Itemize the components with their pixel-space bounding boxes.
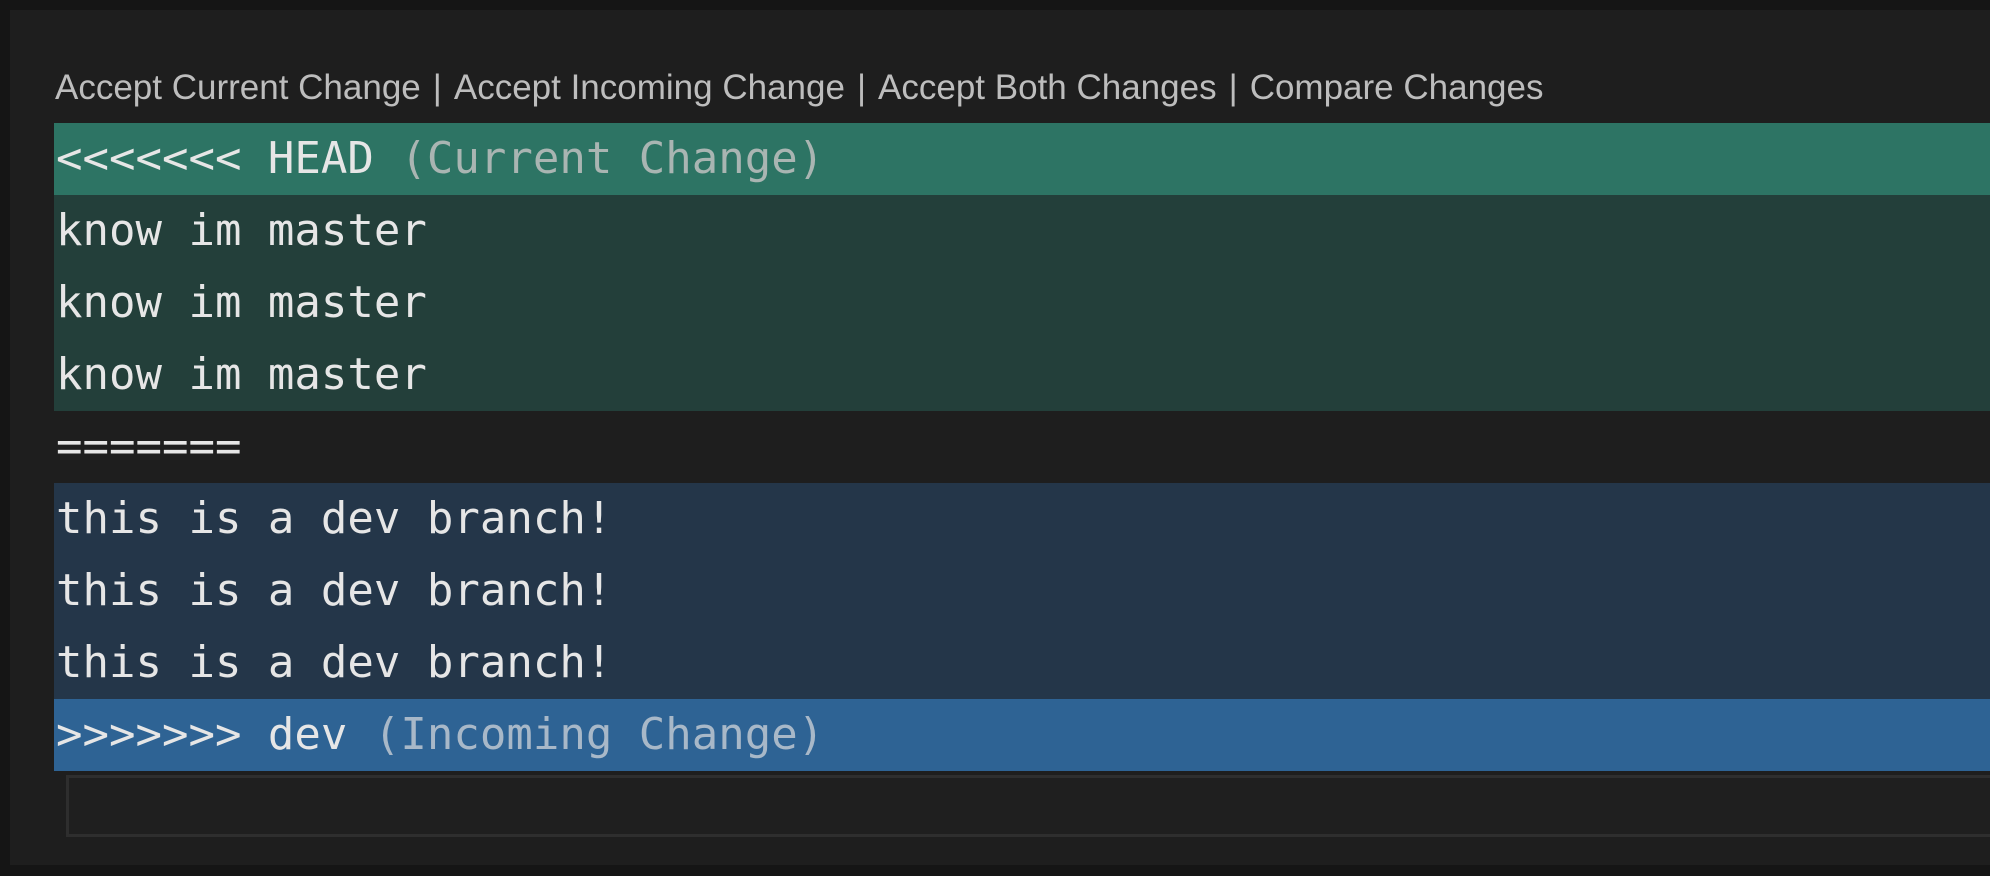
codelens-separator: | (432, 68, 442, 107)
current-change-line[interactable]: know im master (54, 195, 1990, 267)
incoming-change-footer[interactable]: >>>>>>> dev (Incoming Change) (54, 699, 1990, 771)
accept-current-change-button[interactable]: Accept Current Change (55, 68, 421, 107)
current-change-line[interactable]: know im master (54, 267, 1990, 339)
incoming-change-hint: (Incoming Change) (373, 709, 825, 760)
tail-marker: >>>>>>> dev (56, 709, 348, 760)
merge-conflict-codelens: Accept Current Change | Accept Incoming Ch… (55, 66, 1543, 110)
empty-line-strip[interactable] (66, 775, 1990, 837)
editor[interactable]: Accept Current Change | Accept Incoming Ch… (10, 10, 1990, 865)
accept-incoming-change-button[interactable]: Accept Incoming Change (454, 68, 845, 107)
current-change-header[interactable]: <<<<<<< HEAD (Current Change) (54, 123, 1990, 195)
code-area[interactable]: <<<<<<< HEAD (Current Change) know im ma… (54, 123, 1990, 771)
codelens-separator: | (1228, 68, 1238, 107)
conflict-separator[interactable]: ======= (54, 411, 1990, 483)
incoming-change-line[interactable]: this is a dev branch! (54, 555, 1990, 627)
current-change-line[interactable]: know im master (54, 339, 1990, 411)
head-marker: <<<<<<< HEAD (56, 133, 374, 184)
incoming-change-line[interactable]: this is a dev branch! (54, 627, 1990, 699)
codelens-separator: | (856, 68, 867, 107)
compare-changes-button[interactable]: Compare Changes (1250, 68, 1544, 107)
incoming-change-line[interactable]: this is a dev branch! (54, 483, 1990, 555)
accept-both-changes-button[interactable]: Accept Both Changes (878, 68, 1217, 107)
current-change-hint: (Current Change) (400, 133, 825, 184)
